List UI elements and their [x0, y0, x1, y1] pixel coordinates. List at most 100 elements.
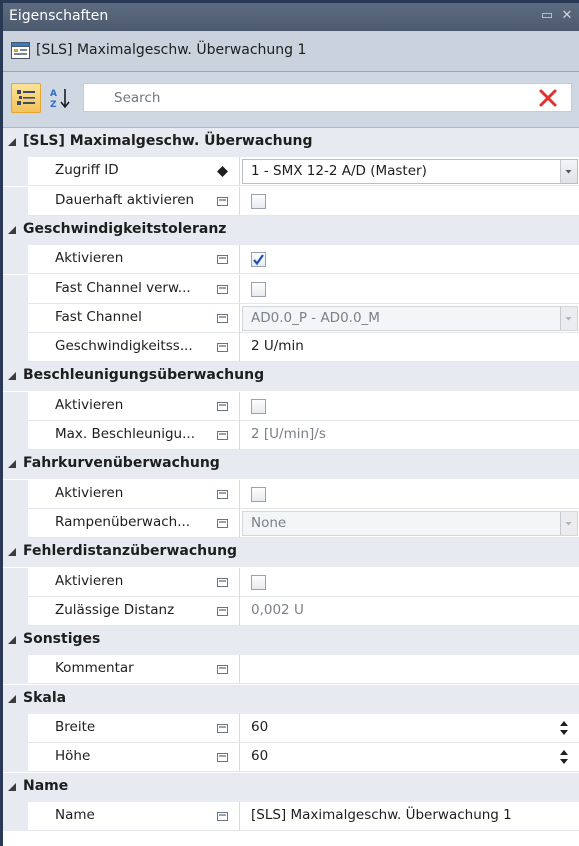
- value-dropdown[interactable]: 1 - SMX 12-2 A/D (Master): [242, 159, 578, 185]
- property-value-cell[interactable]: 2 [U/min]/s: [240, 421, 579, 450]
- collapse-arrow-icon[interactable]: [7, 782, 17, 792]
- collapse-arrow-icon[interactable]: [7, 137, 17, 147]
- spin-value[interactable]: 60: [251, 719, 268, 735]
- property-name: Kommentar: [55, 660, 134, 677]
- category-row[interactable]: Geschwindigkeitstoleranz: [3, 215, 579, 245]
- property-row[interactable]: Name [SLS] Maximalgeschw. Überwachung 1: [3, 801, 579, 831]
- property-row[interactable]: Rampenüberwach... None: [3, 508, 579, 538]
- property-row[interactable]: Aktivieren: [3, 479, 579, 509]
- dropdown-button[interactable]: [560, 160, 577, 184]
- property-marker-icon: [217, 284, 228, 294]
- category-label: [SLS] Maximalgeschw. Überwachung: [23, 133, 313, 149]
- property-value-cell[interactable]: 60: [240, 743, 579, 773]
- property-row[interactable]: Aktivieren: [3, 245, 579, 275]
- category-row[interactable]: Fehlerdistanzüberwachung: [3, 538, 579, 568]
- property-value-cell[interactable]: 1 - SMX 12-2 A/D (Master): [240, 157, 579, 187]
- property-name-cell[interactable]: Breite: [28, 714, 240, 743]
- property-row[interactable]: Dauerhaft aktivieren: [3, 186, 579, 216]
- property-name-cell[interactable]: Rampenüberwach...: [28, 508, 240, 538]
- property-grid: [SLS] Maximalgeschw. Überwachung Zugriff …: [3, 128, 579, 846]
- property-name-cell[interactable]: Dauerhaft aktivieren: [28, 186, 240, 216]
- property-value-cell[interactable]: None: [240, 509, 579, 538]
- property-name-cell[interactable]: Höhe: [28, 743, 240, 773]
- property-row[interactable]: Zugriff ID 1 - SMX 12-2 A/D (Master): [3, 157, 579, 187]
- category-row[interactable]: Fahrkurvenüberwachung: [3, 450, 579, 480]
- property-row[interactable]: Aktivieren: [3, 567, 579, 597]
- row-gutter: [3, 801, 28, 831]
- property-value-cell[interactable]: [240, 392, 579, 421]
- collapse-arrow-icon[interactable]: [7, 459, 17, 469]
- property-marker-icon: [217, 577, 228, 587]
- collapse-arrow-icon[interactable]: [7, 225, 17, 235]
- checkbox[interactable]: [251, 193, 266, 209]
- category-row[interactable]: Name: [3, 772, 579, 802]
- property-name-cell[interactable]: Geschwindigkeitss...: [28, 333, 240, 363]
- checkbox[interactable]: [251, 281, 266, 297]
- property-name-cell[interactable]: Aktivieren: [28, 567, 240, 597]
- category-row[interactable]: [SLS] Maximalgeschw. Überwachung: [3, 128, 579, 157]
- checkbox[interactable]: [251, 486, 266, 502]
- property-name-cell[interactable]: Aktivieren: [28, 245, 240, 275]
- close-icon[interactable]: ✕: [559, 6, 575, 26]
- property-value-cell[interactable]: [240, 480, 579, 509]
- property-value-cell[interactable]: 2 U/min: [240, 333, 579, 363]
- alphabetical-view-button[interactable]: A Z: [45, 83, 75, 113]
- component-icon: [11, 42, 30, 59]
- property-name-cell[interactable]: Zulässige Distanz: [28, 596, 240, 626]
- property-value[interactable]: 2 U/min: [251, 338, 304, 354]
- property-row[interactable]: Aktivieren: [3, 391, 579, 421]
- checkbox-checked[interactable]: [251, 252, 266, 268]
- collapse-arrow-icon[interactable]: [7, 694, 17, 704]
- maximize-icon[interactable]: ▭: [539, 6, 555, 26]
- property-marker-icon: [217, 431, 228, 440]
- checkbox[interactable]: [251, 398, 266, 414]
- property-name-cell[interactable]: Max. Beschleunigu...: [28, 421, 240, 450]
- property-name: Fast Channel: [55, 308, 142, 325]
- property-name-cell[interactable]: Aktivieren: [28, 479, 240, 509]
- property-row[interactable]: Höhe 60: [3, 743, 579, 773]
- search-box[interactable]: [83, 83, 572, 112]
- property-name-cell[interactable]: Kommentar: [28, 655, 240, 685]
- property-value-cell[interactable]: [240, 655, 579, 685]
- property-name-cell[interactable]: Zugriff ID: [28, 157, 240, 187]
- property-value-cell[interactable]: 0,002 U: [240, 597, 579, 626]
- property-value-cell[interactable]: [SLS] Maximalgeschw. Überwachung 1: [240, 802, 579, 831]
- property-name-cell[interactable]: Name: [28, 801, 240, 831]
- property-value-cell[interactable]: [240, 187, 579, 216]
- row-gutter: [3, 567, 28, 597]
- property-row[interactable]: Kommentar: [3, 655, 579, 685]
- property-value-cell[interactable]: 60: [240, 714, 579, 743]
- category-row[interactable]: Beschleunigungsüberwachung: [3, 362, 579, 392]
- property-value[interactable]: [SLS] Maximalgeschw. Überwachung 1: [251, 807, 512, 823]
- property-row[interactable]: Geschwindigkeitss... 2 U/min: [3, 333, 579, 363]
- property-name-cell[interactable]: Fast Channel verw...: [28, 274, 240, 304]
- property-marker-icon: [217, 401, 228, 411]
- property-row[interactable]: Fast Channel verw...: [3, 274, 579, 304]
- property-row[interactable]: Zulässige Distanz 0,002 U: [3, 596, 579, 626]
- svg-text:Z: Z: [50, 100, 57, 110]
- property-row[interactable]: Fast Channel AD0.0_P - AD0.0_M: [3, 303, 579, 333]
- property-value-cell[interactable]: [240, 568, 579, 597]
- property-value-cell[interactable]: AD0.0_P - AD0.0_M: [240, 304, 579, 333]
- clear-icon[interactable]: [537, 87, 559, 109]
- property-row[interactable]: Max. Beschleunigu... 2 [U/min]/s: [3, 421, 579, 450]
- dropdown-button: [560, 511, 577, 535]
- property-row[interactable]: Breite 60: [3, 714, 579, 743]
- spin-arrows-icon[interactable]: [559, 718, 569, 738]
- spin-arrows-icon[interactable]: [559, 747, 569, 767]
- collapse-arrow-icon[interactable]: [7, 635, 17, 645]
- property-value-cell[interactable]: [240, 275, 579, 304]
- category-row[interactable]: Skala: [3, 684, 579, 714]
- row-gutter: [3, 421, 28, 450]
- collapse-arrow-icon[interactable]: [7, 371, 17, 381]
- category-row[interactable]: Sonstiges: [3, 626, 579, 656]
- property-name-cell[interactable]: Fast Channel: [28, 303, 240, 333]
- dropdown-value: 1 - SMX 12-2 A/D (Master): [251, 163, 427, 180]
- categorized-view-button[interactable]: [11, 83, 41, 113]
- search-input[interactable]: [114, 87, 514, 109]
- collapse-arrow-icon[interactable]: [7, 547, 17, 557]
- checkbox[interactable]: [251, 574, 266, 590]
- property-value-cell[interactable]: [240, 245, 579, 275]
- property-name-cell[interactable]: Aktivieren: [28, 391, 240, 421]
- spin-value[interactable]: 60: [251, 748, 268, 764]
